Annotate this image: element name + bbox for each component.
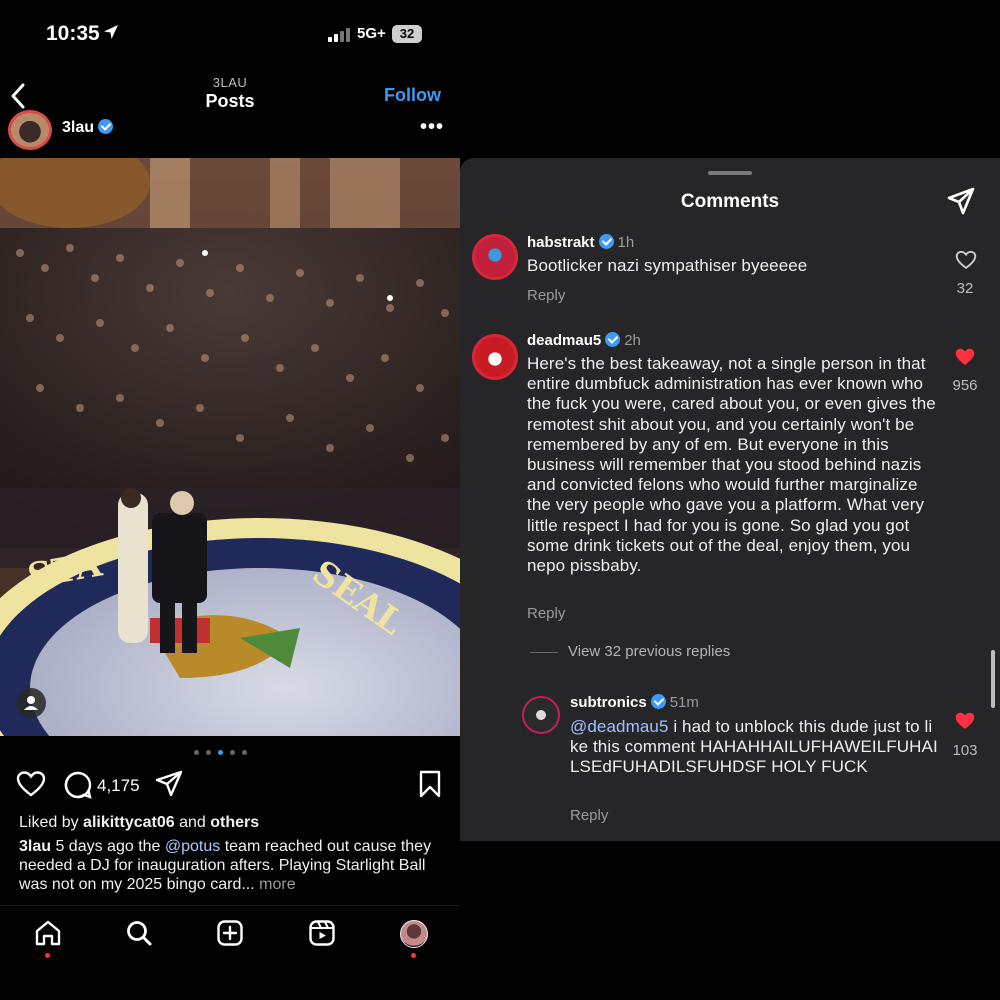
ballroom-photo: STA SEAL	[0, 158, 460, 736]
carousel-dot	[242, 750, 247, 755]
heart-filled-icon[interactable]	[954, 347, 976, 367]
reply-button[interactable]: Reply	[527, 287, 565, 304]
heart-filled-icon[interactable]	[954, 711, 976, 731]
liked-mid: and	[174, 814, 211, 831]
commenter-avatar[interactable]	[472, 334, 518, 380]
more-options-icon[interactable]: •••	[420, 116, 444, 139]
comment-time: 1h	[617, 234, 635, 251]
post-actions: 4,175	[0, 768, 460, 804]
view-replies-label: View 32 previous replies	[568, 643, 731, 660]
comments-sheet: Comments habstrakt 1h Bootlicker nazi sym…	[460, 158, 1000, 841]
sheet-grabber[interactable]	[708, 171, 752, 175]
commenter-avatar[interactable]	[522, 696, 560, 734]
comment-text: Here's the best takeaway, not a single p…	[527, 354, 936, 576]
battery-icon: 32	[392, 25, 422, 43]
comment-username-text: deadmau5	[527, 332, 602, 349]
carousel-dot	[194, 750, 199, 755]
comment-username-text: subtronics	[570, 694, 647, 711]
clock: 10:35	[46, 22, 100, 45]
commenter-avatar[interactable]	[472, 234, 518, 280]
comment-count: 4,175	[97, 776, 140, 795]
heart-icon[interactable]	[16, 770, 46, 798]
caption-username[interactable]: 3lau	[19, 838, 51, 855]
comment-time: 51m	[669, 694, 699, 711]
like-count: 103	[952, 742, 978, 759]
comment-time: 2h	[624, 332, 641, 349]
post-screen: 10:35 5G+ 32 3LAU Posts Follow 3lau •••	[0, 0, 460, 1000]
comment-item: deadmau5 2h Here's the best takeaway, not…	[460, 330, 1000, 630]
verified-badge-icon	[598, 234, 614, 249]
liked-prefix: Liked by	[19, 814, 84, 831]
comment-text: @deadmau5 i had to unblock this dude jus…	[570, 717, 938, 778]
replies-divider	[530, 651, 558, 653]
liked-others-link[interactable]: others	[210, 814, 259, 831]
carousel-dot	[206, 750, 211, 755]
carousel-dot	[218, 750, 223, 755]
home-notification-dot	[45, 953, 50, 958]
scrollbar[interactable]	[991, 650, 995, 708]
profile-notification-dot	[411, 953, 416, 958]
caption-more-link[interactable]: more	[255, 876, 295, 893]
share-icon[interactable]	[155, 770, 183, 798]
home-icon[interactable]	[34, 919, 62, 947]
author-name-text: 3lau	[62, 119, 95, 136]
liked-user-link[interactable]: alikittycat06	[83, 814, 175, 831]
reply-button[interactable]: Reply	[570, 807, 608, 824]
verified-badge-icon	[650, 694, 666, 709]
comment-username[interactable]: habstrakt 1h	[527, 234, 634, 251]
reply-button[interactable]: Reply	[527, 605, 565, 622]
comment-username[interactable]: subtronics 51m	[570, 694, 699, 711]
post-caption: 3lau 5 days ago the @potus team reached …	[19, 837, 439, 894]
search-icon[interactable]	[125, 919, 153, 947]
comment-username[interactable]: deadmau5 2h	[527, 332, 641, 349]
like-count: 32	[956, 280, 974, 297]
follow-button[interactable]: Follow	[384, 85, 441, 106]
bottom-nav	[0, 905, 460, 1000]
bookmark-icon[interactable]	[418, 770, 442, 798]
caption-text-1: 5 days ago the	[51, 838, 165, 855]
post-image[interactable]: STA SEAL	[0, 158, 460, 736]
tagged-people-icon[interactable]	[16, 688, 46, 718]
carousel-indicator	[190, 748, 270, 758]
post-author-row: 3lau •••	[0, 110, 460, 156]
profile-avatar[interactable]	[400, 920, 428, 948]
share-icon[interactable]	[946, 186, 976, 216]
comment-item: habstrakt 1h Bootlicker nazi sympathiser …	[460, 230, 1000, 320]
caption-mention-link[interactable]: @potus	[165, 838, 220, 855]
comment-icon[interactable]	[63, 770, 93, 800]
status-bar: 10:35 5G+ 32	[0, 0, 460, 70]
verified-badge-icon	[605, 332, 621, 347]
network-type: 5G+	[357, 25, 386, 42]
like-count: 956	[952, 377, 978, 394]
liked-by-text: Liked by alikittycat06 and others	[19, 814, 259, 832]
create-post-icon[interactable]	[216, 919, 244, 947]
reply-item: subtronics 51m @deadmau5 i had to unblock…	[460, 692, 1000, 832]
comment-mention-link[interactable]: @deadmau5	[570, 717, 669, 736]
comments-title: Comments	[680, 191, 780, 212]
comment-text: Bootlicker nazi sympathiser byeeeee	[527, 256, 808, 275]
author-avatar[interactable]	[8, 110, 52, 150]
comment-username-text: habstrakt	[527, 234, 595, 251]
view-replies-button[interactable]: View 32 previous replies	[530, 643, 730, 660]
signal-icon	[328, 28, 350, 42]
reels-icon[interactable]	[308, 919, 336, 947]
location-arrow-icon	[104, 25, 118, 39]
carousel-dot	[230, 750, 235, 755]
verified-badge-icon	[98, 119, 114, 134]
heart-outline-icon[interactable]	[955, 250, 977, 270]
author-name[interactable]: 3lau	[62, 119, 114, 137]
